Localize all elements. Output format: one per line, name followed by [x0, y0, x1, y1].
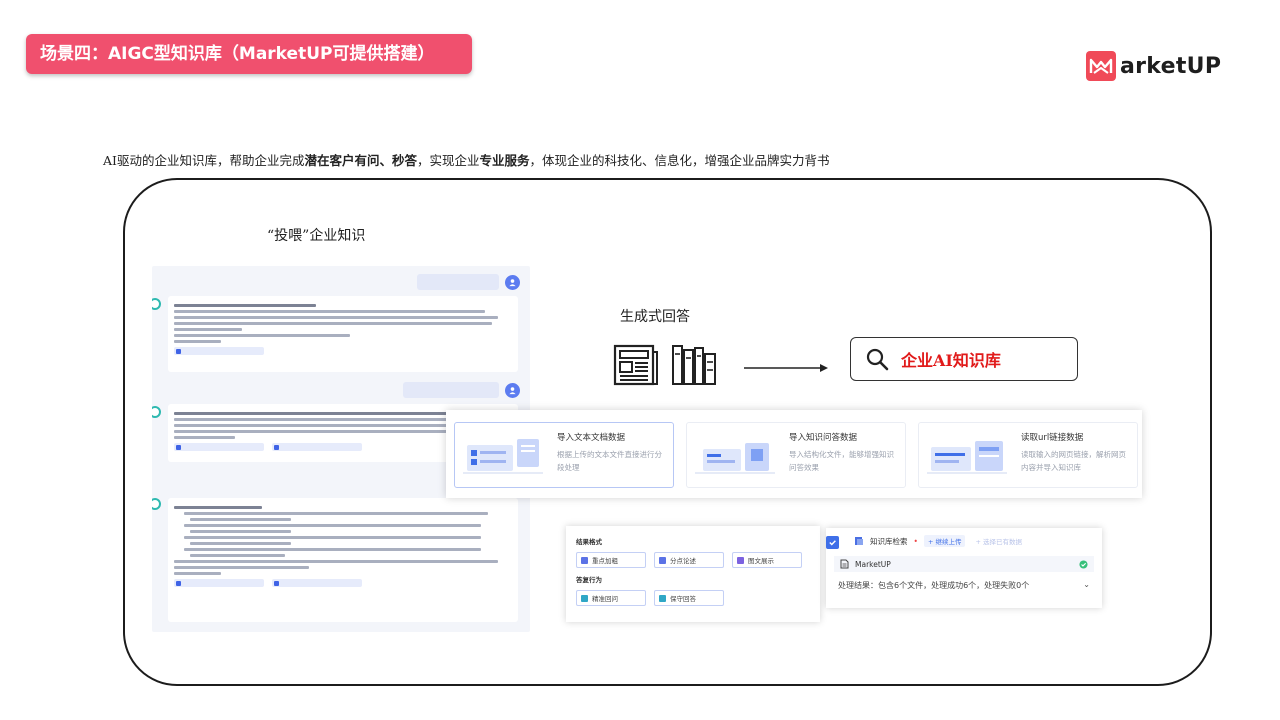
arrow-right-icon — [744, 364, 828, 372]
result-format-title: 结果格式 — [576, 538, 602, 546]
success-check-icon — [1079, 559, 1088, 569]
page-title: 场景四：AIGC型知识库（MarketUP可提供搭建） — [40, 44, 435, 64]
document-illustration-icon — [463, 437, 547, 477]
generative-answer-caption: 生成式回答 — [620, 309, 690, 325]
kb-file-row[interactable]: MarketUP — [834, 556, 1094, 572]
user-bubble — [403, 382, 499, 398]
url-illustration-icon — [927, 437, 1011, 477]
option-icon — [659, 594, 666, 602]
kb-retrieval-panel: 知识库检索 • + 继续上传 + 选择已有数据 MarketUP 处理结果：包含… — [826, 528, 1102, 608]
page-title-banner: 场景四：AIGC型知识库（MarketUP可提供搭建） — [26, 34, 472, 74]
import-qa-card[interactable]: 导入知识问答数据 导入结构化文件，能够增强知识问答效果 — [686, 422, 906, 488]
import-card-title: 导入知识问答数据 — [789, 433, 858, 443]
option-icon — [737, 556, 744, 564]
import-card-desc: 导入结构化文件，能够增强知识问答效果 — [789, 450, 894, 472]
intro-bold2: 专业服务 — [479, 153, 530, 168]
option-label: 精准回问 — [592, 595, 618, 603]
behavior-option-precise[interactable]: 精准回问 — [576, 590, 646, 606]
intro-text: AI驱动的企业知识库，帮助企业完成潜在客户有问、秒答，实现企业专业服务，体现企业… — [103, 150, 830, 169]
option-icon — [581, 594, 588, 602]
ai-avatar-icon — [152, 406, 161, 418]
chevron-down-icon[interactable]: ⌄ — [1083, 580, 1090, 591]
import-options-panel: 导入文本文档数据 根据上传的文本文件直接进行分段处理 导入知识问答数据 导入结构… — [446, 410, 1142, 498]
user-message — [417, 274, 520, 290]
option-icon — [581, 556, 588, 564]
user-bubble — [417, 274, 499, 290]
checkmark-icon — [829, 540, 836, 546]
format-option-image-text[interactable]: 图文展示 — [732, 552, 802, 568]
reply-behavior-title: 答复行为 — [576, 576, 602, 584]
intro-bold1: 潜在客户有问、秒答 — [304, 153, 417, 168]
import-card-title: 导入文本文档数据 — [557, 433, 626, 443]
ai-answer — [168, 498, 518, 622]
ai-avatar-icon — [152, 498, 161, 510]
file-icon — [840, 559, 849, 569]
import-card-title: 读取url链接数据 — [1021, 433, 1084, 443]
user-avatar-icon — [505, 274, 520, 290]
kb-label: 企业AI知识库 — [901, 351, 1001, 370]
intro-part1: AI驱动的企业知识库，帮助企业完成 — [103, 153, 305, 168]
answer-settings-panel: 结果格式 重点加粗 分点论述 图文展示 答复行为 精准回问 保守回答 — [566, 526, 820, 622]
logo-m-icon — [1086, 51, 1116, 81]
search-icon — [866, 348, 889, 371]
brand-logo: arketUP — [1086, 50, 1221, 82]
ai-avatar-icon — [152, 298, 161, 310]
option-label: 保守回答 — [670, 595, 696, 603]
import-card-desc: 读取输入的网页链接，解析网页内容并导入知识库 — [1021, 450, 1126, 472]
format-option-bold[interactable]: 重点加粗 — [576, 552, 646, 568]
option-label: 图文展示 — [748, 557, 774, 565]
kb-file-name: MarketUP — [855, 559, 891, 569]
select-existing-button[interactable]: + 选择已有数据 — [971, 535, 1026, 547]
intro-part2: ，实现企业 — [416, 153, 480, 168]
format-option-points[interactable]: 分点论述 — [654, 552, 724, 568]
intro-part3: ，体现企业的科技化、信息化，增强企业品牌实力背书 — [529, 153, 830, 168]
import-text-doc-card[interactable]: 导入文本文档数据 根据上传的文本文件直接进行分段处理 — [454, 422, 674, 488]
feed-knowledge-caption: “投喂”企业知识 — [267, 228, 366, 244]
ai-answer — [168, 296, 518, 372]
option-label: 重点加粗 — [592, 557, 618, 565]
option-label: 分点论述 — [670, 557, 696, 565]
books-icon — [672, 345, 716, 385]
kb-retrieval-title: 知识库检索 — [870, 536, 908, 546]
logo-text: arketUP — [1120, 53, 1222, 79]
enterprise-ai-kb-box: 企业AI知识库 — [850, 337, 1078, 381]
import-card-desc: 根据上传的文本文件直接进行分段处理 — [557, 450, 662, 472]
kb-retrieval-icon — [855, 537, 863, 545]
user-avatar-icon — [505, 382, 520, 398]
required-mark: • — [913, 536, 918, 546]
continue-upload-button[interactable]: + 继续上传 — [923, 535, 966, 547]
qa-illustration-icon — [695, 437, 779, 477]
option-icon — [659, 556, 666, 564]
document-icons — [612, 340, 718, 388]
behavior-option-conservative[interactable]: 保守回答 — [654, 590, 724, 606]
newspaper-icon — [613, 344, 658, 386]
kb-enabled-checkbox[interactable] — [826, 536, 839, 549]
user-message — [403, 382, 520, 398]
import-url-card[interactable]: 读取url链接数据 读取输入的网页链接，解析网页内容并导入知识库 — [918, 422, 1138, 488]
kb-process-result: 处理结果：包含6个文件，处理成功6个，处理失败0个 — [838, 581, 1030, 590]
